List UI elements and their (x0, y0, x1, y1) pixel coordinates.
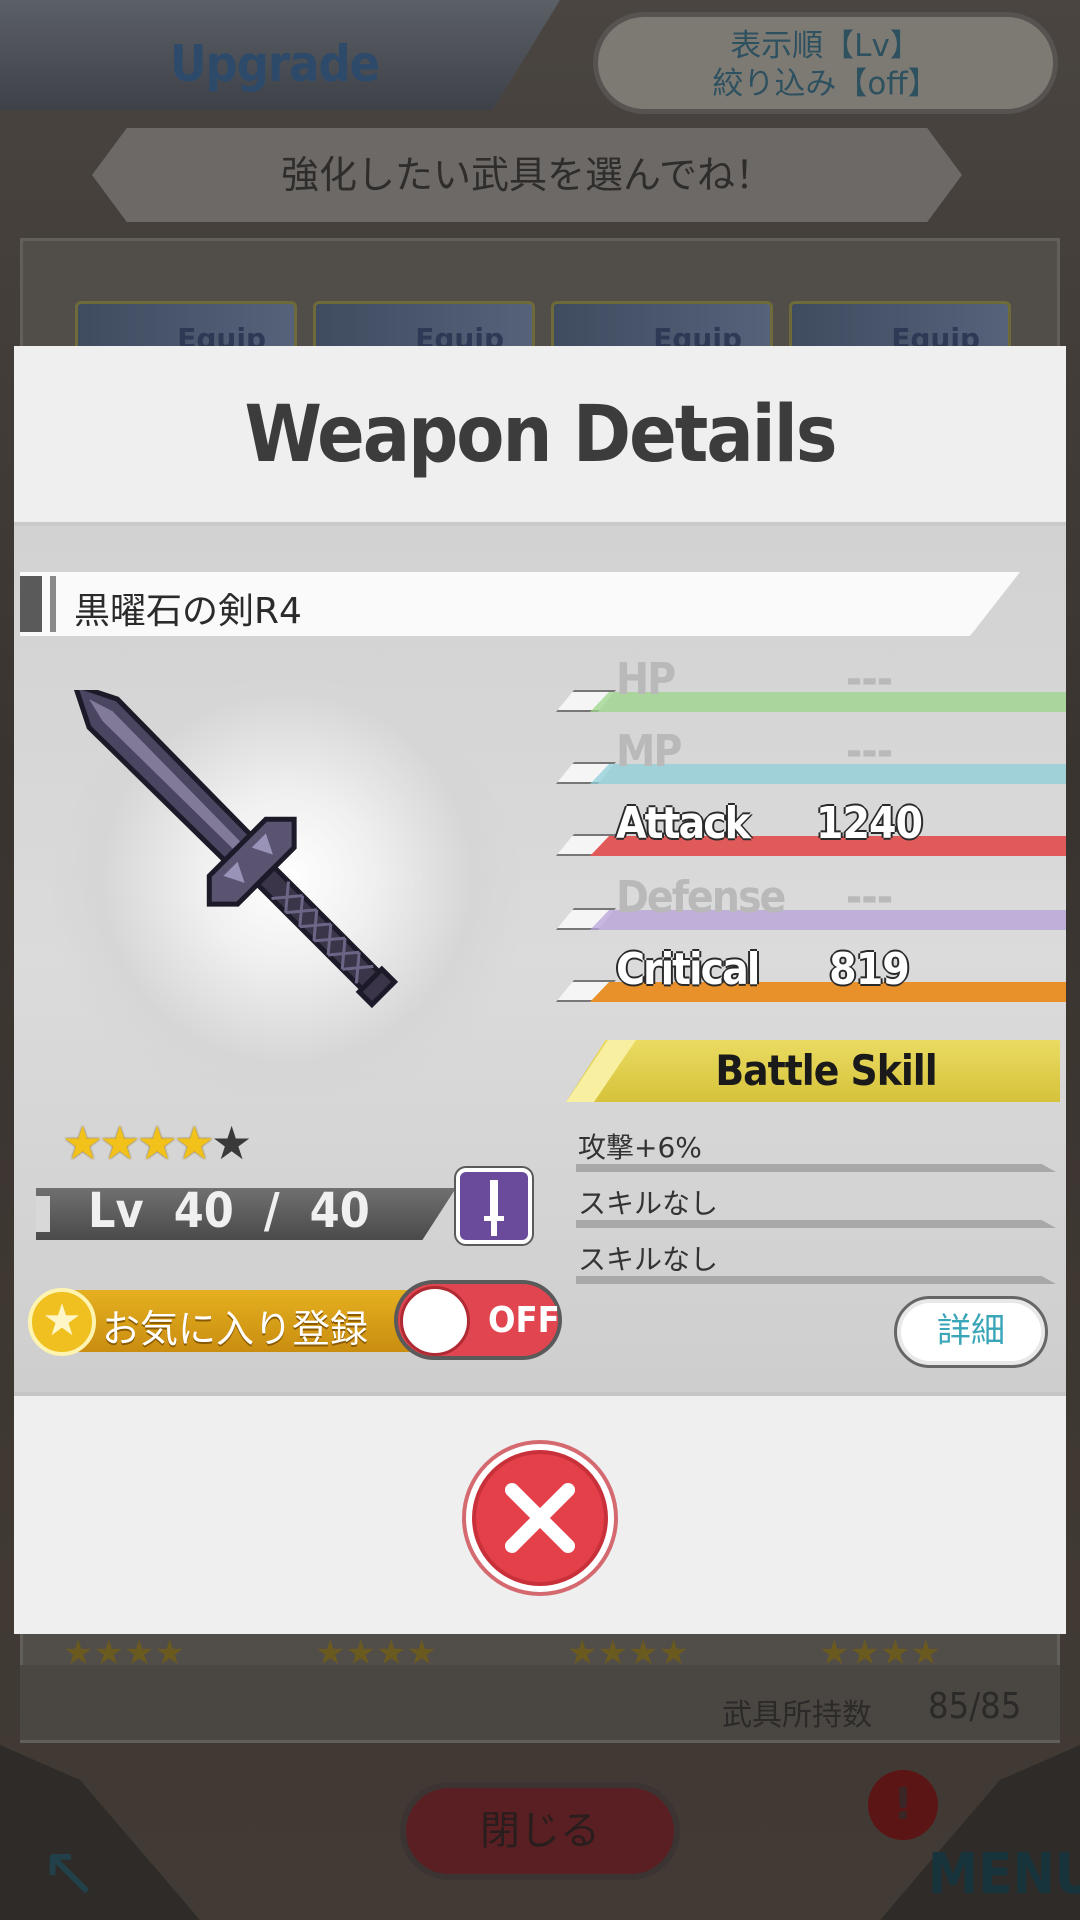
skill-text: スキルなし (578, 1243, 719, 1276)
weapon-details-modal: Weapon Details 黒曜石の剣R4 ★★★★★ Lv 40 / 40 (0, 0, 1080, 1920)
skill-underline (576, 1220, 1056, 1228)
favorite-toggle-label[interactable]: OFF (488, 1300, 560, 1341)
stat-row-critical: Critical 819 (556, 940, 1066, 1010)
banner-tab (20, 576, 42, 632)
close-icon (505, 1483, 575, 1553)
skill-underline (576, 1164, 1056, 1172)
stat-label: MP (616, 726, 682, 777)
stat-label: Defense (616, 872, 786, 923)
banner-tab (50, 576, 56, 632)
star-filled-icon: ★ (99, 1116, 140, 1170)
stat-row-defense: Defense --- (556, 868, 1066, 938)
skill-text: スキルなし (578, 1187, 719, 1220)
stat-row-hp: HP --- (556, 650, 1066, 720)
weapon-name: 黒曜石の剣R4 (74, 591, 302, 632)
skill-line: スキルなし (576, 1232, 1056, 1288)
skill-line: 攻撃+6% (576, 1120, 1056, 1176)
rarity-stars: ★★★★★ (62, 1116, 252, 1170)
favorite-star-icon: ★ (28, 1288, 96, 1356)
weapon-type-badge (456, 1168, 532, 1244)
star-filled-icon: ★ (136, 1116, 178, 1170)
level-text: Lv 40 / 40 (88, 1183, 370, 1239)
star-filled-icon: ★ (173, 1116, 215, 1170)
star-empty-icon: ★ (211, 1116, 252, 1170)
stat-label: Attack (616, 798, 751, 849)
close-button[interactable] (466, 1444, 614, 1592)
stat-label: Critical (616, 944, 760, 995)
favorite-label: お気に入り登録 (102, 1307, 369, 1351)
battle-skill-label: Battle Skill (715, 1046, 937, 1095)
stat-value: --- (845, 726, 893, 777)
skill-underline (576, 1276, 1056, 1284)
toggle-knob[interactable] (400, 1286, 470, 1356)
detail-button[interactable]: 詳細 (894, 1296, 1048, 1368)
stat-value: 1240 (815, 798, 923, 849)
level-bar-tab (36, 1196, 50, 1232)
stat-label: HP (616, 654, 676, 705)
modal-title: Weapon Details (244, 390, 837, 480)
stat-row-mp: MP --- (556, 722, 1066, 792)
sword-icon (484, 1180, 504, 1236)
stat-row-attack: Attack 1240 (556, 794, 1066, 864)
sword-illustration (70, 690, 399, 1009)
skill-text: 攻撃+6% (578, 1131, 702, 1164)
skill-line: スキルなし (576, 1176, 1056, 1232)
stat-value: 819 (829, 944, 910, 995)
star-filled-icon: ★ (62, 1116, 103, 1170)
stat-value: --- (845, 654, 893, 705)
stat-value: --- (845, 872, 893, 923)
